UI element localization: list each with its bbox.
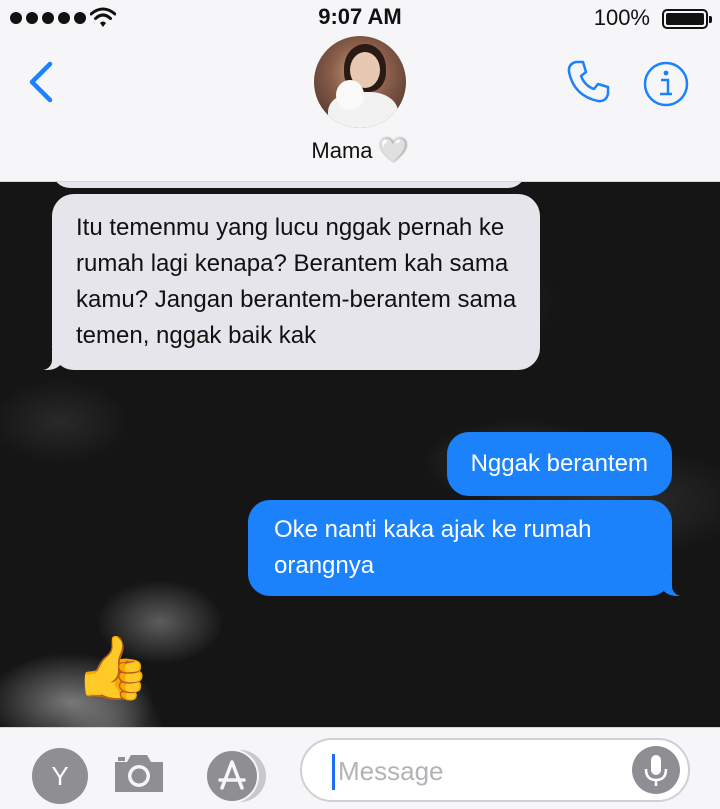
app-store-icon[interactable]: [204, 748, 268, 804]
phone-icon[interactable]: [564, 58, 612, 106]
outgoing-message-bubble[interactable]: Nggak berantem: [446, 432, 672, 496]
info-icon[interactable]: [642, 60, 690, 108]
conversation-header: Mama 🤍: [0, 36, 720, 182]
status-bar: 9:07 AM 100%: [0, 0, 720, 36]
message-input[interactable]: Message: [300, 738, 690, 802]
incoming-message-bubble[interactable]: Itu temenmu yang lucu nggak pernah ke ru…: [26, 194, 540, 370]
microphone-icon[interactable]: [632, 746, 680, 794]
previous-message-bubble: [52, 182, 526, 188]
message-placeholder: Message: [338, 756, 444, 786]
chevron-left-icon[interactable]: [22, 60, 62, 104]
message-thread[interactable]: Itu temenmu yang lucu nggak pernah ke ru…: [0, 182, 720, 727]
text-cursor: [332, 754, 335, 790]
camera-icon[interactable]: [112, 746, 166, 800]
contact-name[interactable]: Mama 🤍: [0, 136, 720, 165]
battery-icon: [662, 9, 712, 29]
heart-emoji: 🤍: [378, 137, 409, 164]
contact-avatar[interactable]: [314, 36, 406, 128]
outgoing-message-bubble[interactable]: Oke nanti kaka ajak ke rumah orangnya: [248, 500, 698, 596]
y-app-button[interactable]: Y: [32, 748, 88, 804]
thumbs-up-emoji-message[interactable]: 👍: [74, 638, 151, 700]
message-input-bar: Y Message: [0, 727, 720, 809]
contact-name-label: Mama: [311, 138, 373, 163]
battery-percentage: 100%: [593, 5, 650, 30]
